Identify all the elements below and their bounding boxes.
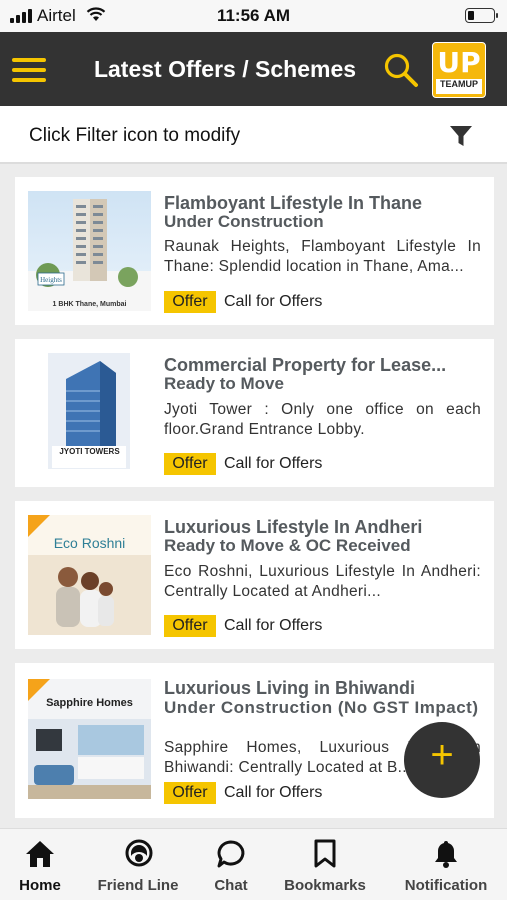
offer-thumbnail: JYOTI TOWERS xyxy=(28,351,151,471)
bell-icon xyxy=(435,841,457,868)
offer-title: Flamboyant Lifestyle In Thane xyxy=(164,193,423,213)
search-icon[interactable] xyxy=(383,52,419,88)
filter-bar: Click Filter icon to modify xyxy=(0,106,507,164)
offer-thumbnail: Sapphire Homes xyxy=(28,679,151,799)
add-offer-button[interactable]: + xyxy=(404,722,480,798)
plus-icon: + xyxy=(430,733,454,777)
nav-label: Home xyxy=(19,877,61,894)
home-icon xyxy=(26,841,54,867)
offer-title: Commercial Property for Lease... xyxy=(164,355,447,375)
offer-card[interactable]: Heights 1 BHK Thane, Mumbai Flamboyant L… xyxy=(15,177,494,325)
thumb-caption: Eco Roshni xyxy=(53,535,126,551)
filter-hint: Click Filter icon to modify xyxy=(29,125,241,146)
thumb-caption: JYOTI TOWERS xyxy=(59,447,120,456)
nav-home[interactable]: Home xyxy=(0,829,80,900)
offer-title: Luxurious Living in Bhiwandi xyxy=(164,678,415,698)
teamup-logo[interactable]: UP TEAMUP xyxy=(432,42,486,98)
filter-icon[interactable] xyxy=(449,124,473,148)
offer-thumbnail: Heights 1 BHK Thane, Mumbai xyxy=(28,191,151,311)
svg-text:Heights: Heights xyxy=(40,276,62,284)
offer-cta[interactable]: Call for Offers xyxy=(224,453,322,475)
offer-card[interactable]: Eco Roshni Luxurious Lifestyle In Andher… xyxy=(15,501,494,649)
nav-chat[interactable]: Chat xyxy=(196,829,266,900)
offer-status: Ready to Move & OC Received xyxy=(164,536,411,555)
offer-cta[interactable]: Call for Offers xyxy=(224,782,322,804)
thumb-caption: 1 BHK Thane, Mumbai xyxy=(52,301,127,308)
status-bar: Airtel 11:56 AM xyxy=(0,0,507,32)
offer-description: Jyoti Tower : Only one office on each fl… xyxy=(164,401,481,438)
offer-status: Ready to Move xyxy=(164,374,284,393)
offer-description: Eco Roshni, Luxurious Lifestyle In Andhe… xyxy=(164,563,481,600)
nav-label: Notification xyxy=(404,877,488,894)
friend-line-icon xyxy=(125,839,153,867)
logo-subtext: TEAMUP xyxy=(436,79,482,94)
page-title: Latest Offers / Schemes xyxy=(93,56,357,82)
offer-badge: Offer xyxy=(164,291,216,313)
clock: 11:56 AM xyxy=(216,6,291,25)
thumb-caption: Sapphire Homes xyxy=(46,697,133,709)
nav-label: Friend Line xyxy=(97,877,179,894)
offer-thumbnail: Eco Roshni xyxy=(28,515,151,635)
offer-status: Under Construction (No GST Impact) xyxy=(164,698,479,717)
logo-mark: UP xyxy=(437,46,481,79)
nav-label: Bookmarks xyxy=(284,877,366,894)
offer-badge: Offer xyxy=(164,453,216,475)
offer-status: Under Construction xyxy=(164,212,324,231)
offer-badge: Offer xyxy=(164,615,216,637)
nav-notification[interactable]: Notification xyxy=(392,829,500,900)
app-bar: Latest Offers / Schemes UP TEAMUP xyxy=(0,32,507,106)
menu-button[interactable] xyxy=(12,58,46,82)
nav-label: Chat xyxy=(214,877,248,894)
nav-bookmarks[interactable]: Bookmarks xyxy=(275,829,375,900)
bottom-nav: Home Friend Line Chat Bookmarks Notifica… xyxy=(0,828,507,900)
chat-icon xyxy=(217,840,245,868)
offer-cta[interactable]: Call for Offers xyxy=(224,615,322,637)
offer-title: Luxurious Lifestyle In Andheri xyxy=(164,517,423,537)
offer-cta[interactable]: Call for Offers xyxy=(224,291,322,313)
offer-description: Raunak Heights, Flamboyant Lifestyle In … xyxy=(164,238,481,275)
offer-card[interactable]: JYOTI TOWERS Commercial Property for Lea… xyxy=(15,339,494,487)
nav-friend-line[interactable]: Friend Line xyxy=(88,829,188,900)
bookmark-icon xyxy=(314,839,336,868)
offer-badge: Offer xyxy=(164,782,216,804)
battery-icon xyxy=(465,8,498,23)
